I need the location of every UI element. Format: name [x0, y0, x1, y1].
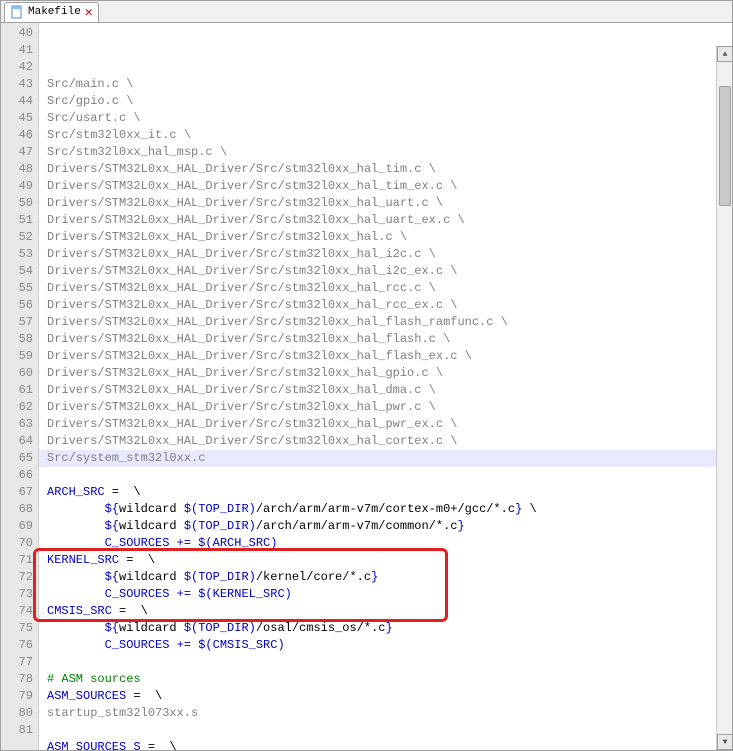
line-number: 77: [1, 654, 33, 671]
line-number: 70: [1, 535, 33, 552]
line-number: 43: [1, 76, 33, 93]
code-line[interactable]: ${wildcard $(TOP_DIR)/kernel/core/*.c}: [47, 569, 732, 586]
line-number: 41: [1, 42, 33, 59]
line-number: 47: [1, 144, 33, 161]
code-line[interactable]: startup_stm32l073xx.s: [47, 705, 732, 722]
line-number: 64: [1, 433, 33, 450]
code-line[interactable]: ASM_SOURCES_S = \: [47, 739, 732, 750]
line-number: 62: [1, 399, 33, 416]
editor-body: 4041424344454647484950515253545556575859…: [1, 23, 732, 750]
line-number: 63: [1, 416, 33, 433]
line-number: 74: [1, 603, 33, 620]
line-number: 76: [1, 637, 33, 654]
code-line[interactable]: Drivers/STM32L0xx_HAL_Driver/Src/stm32l0…: [47, 263, 732, 280]
line-number: 78: [1, 671, 33, 688]
code-line[interactable]: Drivers/STM32L0xx_HAL_Driver/Src/stm32l0…: [47, 399, 732, 416]
scroll-down-button[interactable]: ▼: [717, 734, 732, 750]
line-number: 54: [1, 263, 33, 280]
line-number: 68: [1, 501, 33, 518]
line-number: 73: [1, 586, 33, 603]
line-number: 46: [1, 127, 33, 144]
tab-bar: Makefile ✕: [1, 1, 732, 23]
code-line[interactable]: CMSIS_SRC = \: [47, 603, 732, 620]
line-number: 81: [1, 722, 33, 739]
line-number: 80: [1, 705, 33, 722]
line-number-gutter: 4041424344454647484950515253545556575859…: [1, 23, 39, 750]
line-number: 69: [1, 518, 33, 535]
file-icon: [10, 5, 24, 19]
line-number: 44: [1, 93, 33, 110]
line-number: 60: [1, 365, 33, 382]
line-number: 72: [1, 569, 33, 586]
code-area[interactable]: Src/main.c \Src/gpio.c \Src/usart.c \Src…: [39, 23, 732, 750]
line-number: 59: [1, 348, 33, 365]
code-line[interactable]: Drivers/STM32L0xx_HAL_Driver/Src/stm32l0…: [47, 331, 732, 348]
scroll-up-button[interactable]: ▲: [717, 46, 732, 62]
code-line[interactable]: [47, 467, 732, 484]
close-icon[interactable]: ✕: [85, 5, 93, 20]
code-line[interactable]: # ASM sources: [47, 671, 732, 688]
code-line[interactable]: Src/stm32l0xx_hal_msp.c \: [47, 144, 732, 161]
code-line[interactable]: Src/stm32l0xx_it.c \: [47, 127, 732, 144]
vertical-scrollbar[interactable]: ▲ ▼: [716, 46, 732, 750]
scroll-thumb[interactable]: [719, 86, 731, 206]
line-number: 57: [1, 314, 33, 331]
code-line[interactable]: Drivers/STM32L0xx_HAL_Driver/Src/stm32l0…: [47, 297, 732, 314]
tab-title: Makefile: [28, 6, 81, 18]
line-number: 52: [1, 229, 33, 246]
code-line[interactable]: Drivers/STM32L0xx_HAL_Driver/Src/stm32l0…: [47, 314, 732, 331]
code-line[interactable]: Drivers/STM32L0xx_HAL_Driver/Src/stm32l0…: [47, 382, 732, 399]
line-number: 42: [1, 59, 33, 76]
code-line[interactable]: Drivers/STM32L0xx_HAL_Driver/Src/stm32l0…: [47, 365, 732, 382]
code-line[interactable]: Drivers/STM32L0xx_HAL_Driver/Src/stm32l0…: [47, 195, 732, 212]
line-number: 45: [1, 110, 33, 127]
code-line[interactable]: C_SOURCES += $(KERNEL_SRC): [47, 586, 732, 603]
line-number: 56: [1, 297, 33, 314]
line-number: 51: [1, 212, 33, 229]
line-number: 49: [1, 178, 33, 195]
code-line[interactable]: [47, 654, 732, 671]
line-number: 75: [1, 620, 33, 637]
line-number: 48: [1, 161, 33, 178]
code-line[interactable]: Drivers/STM32L0xx_HAL_Driver/Src/stm32l0…: [47, 178, 732, 195]
code-line[interactable]: [47, 722, 732, 739]
code-line[interactable]: Drivers/STM32L0xx_HAL_Driver/Src/stm32l0…: [47, 416, 732, 433]
code-line[interactable]: ${wildcard $(TOP_DIR)/arch/arm/arm-v7m/c…: [47, 501, 732, 518]
line-number: 61: [1, 382, 33, 399]
code-line[interactable]: Src/gpio.c \: [47, 93, 732, 110]
line-number: 53: [1, 246, 33, 263]
code-line[interactable]: ${wildcard $(TOP_DIR)/osal/cmsis_os/*.c}: [47, 620, 732, 637]
line-number: 67: [1, 484, 33, 501]
code-line[interactable]: Src/usart.c \: [47, 110, 732, 127]
code-line[interactable]: ${wildcard $(TOP_DIR)/arch/arm/arm-v7m/c…: [47, 518, 732, 535]
code-line[interactable]: C_SOURCES += $(ARCH_SRC): [47, 535, 732, 552]
line-number: 71: [1, 552, 33, 569]
code-line[interactable]: C_SOURCES += $(CMSIS_SRC): [47, 637, 732, 654]
code-line[interactable]: Drivers/STM32L0xx_HAL_Driver/Src/stm32l0…: [47, 280, 732, 297]
line-number: 65: [1, 450, 33, 467]
code-line[interactable]: Drivers/STM32L0xx_HAL_Driver/Src/stm32l0…: [47, 229, 732, 246]
code-line[interactable]: Drivers/STM32L0xx_HAL_Driver/Src/stm32l0…: [47, 212, 732, 229]
code-line[interactable]: ASM_SOURCES = \: [47, 688, 732, 705]
line-number: 55: [1, 280, 33, 297]
line-number: 50: [1, 195, 33, 212]
code-line[interactable]: ARCH_SRC = \: [47, 484, 732, 501]
line-number: 40: [1, 25, 33, 42]
code-line[interactable]: Drivers/STM32L0xx_HAL_Driver/Src/stm32l0…: [47, 433, 732, 450]
line-number: 58: [1, 331, 33, 348]
code-line[interactable]: Drivers/STM32L0xx_HAL_Driver/Src/stm32l0…: [47, 161, 732, 178]
editor-window: Makefile ✕ 40414243444546474849505152535…: [0, 0, 733, 751]
code-line[interactable]: Src/system_stm32l0xx.c: [39, 450, 732, 467]
code-line[interactable]: Drivers/STM32L0xx_HAL_Driver/Src/stm32l0…: [47, 348, 732, 365]
code-line[interactable]: Src/main.c \: [47, 76, 732, 93]
code-line[interactable]: KERNEL_SRC = \: [47, 552, 732, 569]
code-line[interactable]: Drivers/STM32L0xx_HAL_Driver/Src/stm32l0…: [47, 246, 732, 263]
line-number: 66: [1, 467, 33, 484]
file-tab[interactable]: Makefile ✕: [4, 2, 99, 22]
line-number: 79: [1, 688, 33, 705]
